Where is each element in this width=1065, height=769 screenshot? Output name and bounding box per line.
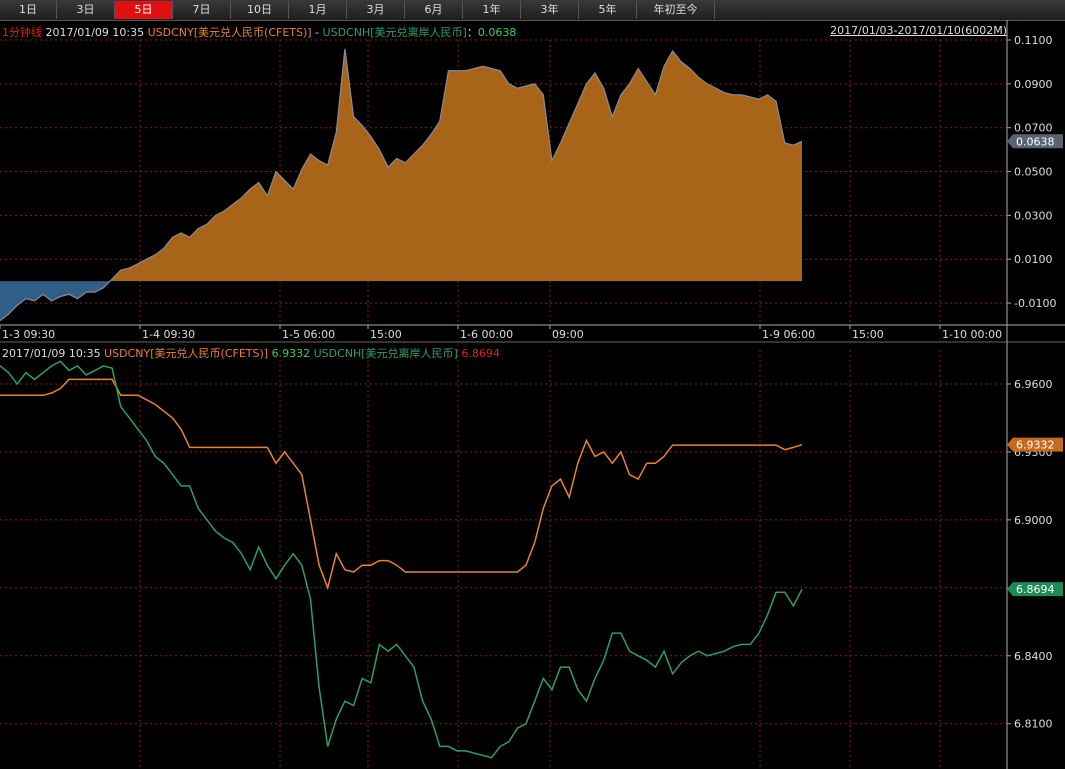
y-tick-label-bottom-3: 6.9000 bbox=[1014, 514, 1053, 527]
x-tick-label-1: 1-4 09:30 bbox=[142, 328, 195, 341]
y-tick-label-top-2: 0.0300 bbox=[1014, 209, 1053, 222]
y-tick-label-top-3: 0.0500 bbox=[1014, 166, 1053, 179]
tab-period-3[interactable]: 7日 bbox=[173, 1, 231, 19]
x-tick-label-5: 09:00 bbox=[552, 328, 584, 341]
y-tick-label-top-0: -0.0100 bbox=[1014, 297, 1056, 310]
tab-period-8[interactable]: 1年 bbox=[463, 1, 521, 19]
x-tick-label-0: 1-3 09:30 bbox=[2, 328, 55, 341]
y-tick-label-bottom-0: 6.8100 bbox=[1014, 718, 1053, 731]
tab-period-10[interactable]: 5年 bbox=[579, 1, 637, 19]
x-tick-label-7: 15:00 bbox=[852, 328, 884, 341]
bottom-value-tag-label-usdcny: 6.9332 bbox=[1016, 439, 1055, 452]
tab-period-7[interactable]: 6月 bbox=[405, 1, 463, 19]
tab-period-9[interactable]: 3年 bbox=[521, 1, 579, 19]
tab-period-2[interactable]: 5日 bbox=[115, 1, 173, 19]
tab-period-1[interactable]: 3日 bbox=[57, 1, 115, 19]
bottom-value-tag-label-usdcnh: 6.8694 bbox=[1016, 583, 1055, 596]
y-tick-label-top-6: 0.1100 bbox=[1014, 34, 1053, 47]
tab-period-6[interactable]: 3月 bbox=[347, 1, 405, 19]
x-tick-label-4: 1-6 00:00 bbox=[460, 328, 513, 341]
tab-period-4[interactable]: 10日 bbox=[231, 1, 289, 19]
x-tick-label-8: 1-10 00:00 bbox=[942, 328, 1002, 341]
period-tab-bar: 1日 3日 5日 7日 10日 1月 3月 6月 1年 3年 5年 年初至今 bbox=[0, 0, 1065, 21]
chart-canvas[interactable]: 1-3 09:30 1-4 09:30 1-5 06:00 15:00 1-6 00:0… bbox=[0, 20, 1065, 769]
series-line-usdcny bbox=[0, 378, 803, 591]
x-tick-label-2: 1-5 06:00 bbox=[282, 328, 335, 341]
spread-area-positive bbox=[109, 48, 802, 282]
y-tick-label-bottom-5: 6.9600 bbox=[1014, 378, 1053, 391]
x-tick-label-3: 15:00 bbox=[370, 328, 402, 341]
tab-period-0[interactable]: 1日 bbox=[0, 1, 57, 19]
top-current-value-label: 0.0638 bbox=[1016, 135, 1055, 148]
y-tick-label-top-1: 0.0100 bbox=[1014, 253, 1053, 266]
tab-period-11[interactable]: 年初至今 bbox=[637, 1, 715, 19]
y-tick-label-bottom-1: 6.8400 bbox=[1014, 650, 1053, 663]
tab-period-5[interactable]: 1月 bbox=[289, 1, 347, 19]
series-line-usdcnh bbox=[0, 360, 803, 759]
y-tick-label-top-4: 0.0700 bbox=[1014, 122, 1053, 135]
y-tick-label-top-5: 0.0900 bbox=[1014, 78, 1053, 91]
x-tick-label-6: 1-9 06:00 bbox=[762, 328, 815, 341]
